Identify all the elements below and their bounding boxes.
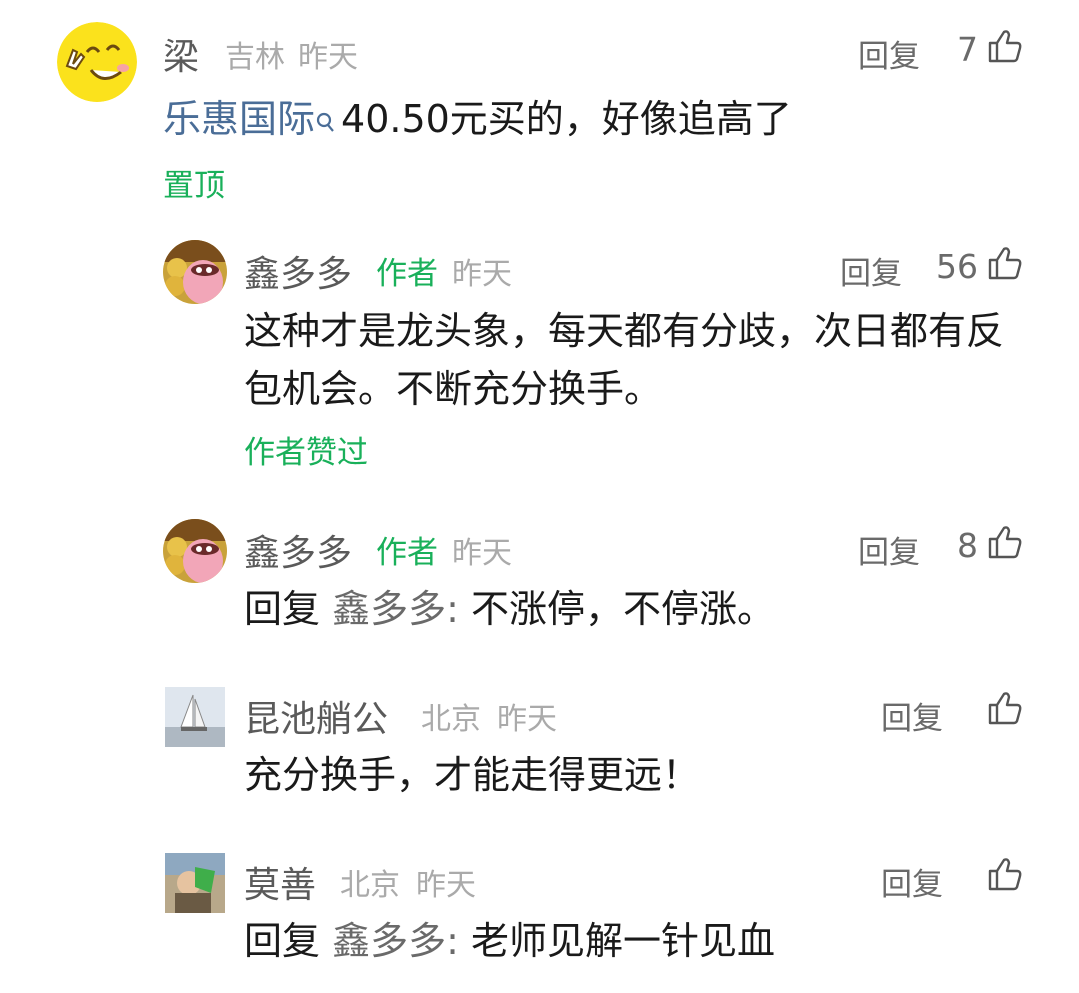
timestamp: 昨天 — [298, 40, 358, 75]
timestamp: 昨天 — [416, 868, 476, 903]
search-icon[interactable] — [315, 92, 335, 150]
cartoon-avatar-icon — [163, 240, 227, 304]
location: 吉林 — [225, 40, 285, 75]
timestamp: 昨天 — [452, 536, 512, 571]
like-count: 7 — [957, 30, 978, 69]
photo-avatar-icon — [165, 853, 225, 913]
avatar[interactable] — [165, 853, 225, 913]
username[interactable]: 鑫多多 — [244, 524, 352, 576]
reply-target[interactable]: 鑫多多: — [332, 587, 459, 631]
comment-body: 这种才是龙头象，每天都有分歧，次日都有反包机会。不断充分换手。 — [244, 309, 1005, 411]
username[interactable]: 鑫多多 — [244, 245, 352, 297]
avatar[interactable] — [163, 240, 227, 304]
like-count: 8 — [957, 526, 978, 565]
reply-prefix: 回复 — [244, 587, 321, 631]
comment-text: 乐惠国际 40.50元买的，好像追高了 — [163, 90, 1023, 150]
reply-button[interactable]: 回复 — [840, 248, 902, 293]
comment-body: 40.50元买的，好像追高了 — [341, 97, 792, 141]
avatar[interactable] — [165, 687, 225, 747]
cartoon-avatar-icon — [163, 519, 227, 583]
comment-body: 充分换手，才能走得更远！ — [244, 753, 701, 797]
thumbs-up-icon[interactable] — [987, 524, 1023, 564]
reply-button[interactable]: 回复 — [881, 693, 943, 738]
timestamp: 昨天 — [452, 257, 512, 292]
location: 北京 — [421, 702, 481, 737]
thumbs-up-icon[interactable] — [987, 856, 1023, 896]
reply-button[interactable]: 回复 — [858, 527, 920, 572]
smiley-avatar-icon — [57, 22, 137, 102]
pinned-badge: 置顶 — [163, 168, 225, 204]
username[interactable]: 梁 — [163, 28, 199, 80]
timestamp: 昨天 — [497, 702, 557, 737]
reply-button[interactable]: 回复 — [858, 31, 920, 76]
username[interactable]: 莫善 — [244, 856, 316, 908]
thumbs-up-icon[interactable] — [987, 690, 1023, 730]
like-count: 56 — [936, 247, 978, 286]
reply-button[interactable]: 回复 — [881, 859, 943, 904]
comment-text: 回复 鑫多多: 老师见解一针见血 — [244, 912, 775, 970]
comment-body: 老师见解一针见血 — [471, 919, 776, 963]
username[interactable]: 昆池艄公 — [244, 690, 388, 742]
reply-prefix: 回复 — [244, 919, 321, 963]
avatar[interactable] — [57, 22, 137, 102]
sailboat-avatar-icon — [165, 687, 225, 747]
thumbs-up-icon[interactable] — [987, 245, 1023, 285]
stock-link[interactable]: 乐惠国际 — [163, 97, 315, 141]
comment-text: 回复 鑫多多: 不涨停，不停涨。 — [244, 580, 775, 638]
location: 北京 — [340, 868, 400, 903]
comment-body: 不涨停，不停涨。 — [471, 587, 776, 631]
thumbs-up-icon[interactable] — [987, 28, 1023, 68]
reply-target[interactable]: 鑫多多: — [332, 919, 459, 963]
author-tag: 作者 — [376, 535, 438, 571]
author-liked-badge: 作者赞过 — [244, 435, 368, 471]
avatar[interactable] — [163, 519, 227, 583]
author-tag: 作者 — [376, 256, 438, 292]
